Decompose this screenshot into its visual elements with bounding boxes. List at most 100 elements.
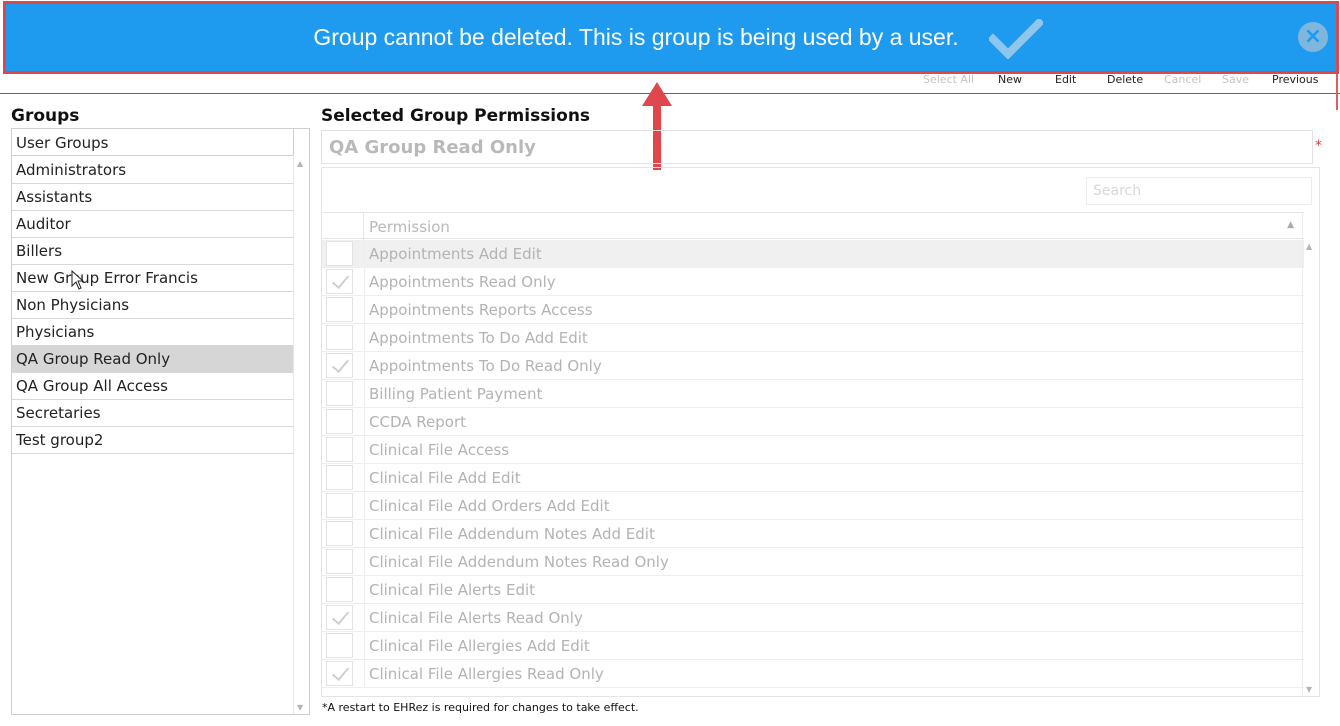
permission-checkbox[interactable] [326,325,353,350]
permission-checkbox[interactable] [326,409,353,434]
permission-row[interactable]: Clinical File Alerts Edit [322,576,1304,604]
column-divider [364,436,365,464]
column-divider [364,632,365,660]
notification-message: Group cannot be deleted. This is group i… [313,24,959,50]
permission-row[interactable]: Clinical File Allergies Read Only [322,660,1304,688]
permission-name: Appointments To Do Read Only [369,357,602,375]
column-divider [364,380,365,408]
groups-title: Groups [11,106,80,126]
permission-name: CCDA Report [369,413,466,431]
group-list-item[interactable]: Test group2 [12,427,294,454]
group-list-item[interactable]: New Group Error Francis [12,265,294,292]
permission-checkbox[interactable] [326,605,353,630]
save-button[interactable]: Save [1222,73,1249,86]
permission-name: Billing Patient Payment [369,385,543,403]
group-list-item[interactable]: Physicians [12,319,294,346]
groups-column-header: User Groups [12,129,294,156]
group-list-item[interactable]: Billers [12,238,294,265]
permission-checkbox[interactable] [326,381,353,406]
permission-name: Appointments To Do Add Edit [369,329,588,347]
permission-name: Clinical File Addendum Notes Read Only [369,553,669,571]
groups-list: Administrators Assistants Auditor Billers Ne… [12,157,294,454]
close-circle-icon[interactable]: × [1298,22,1328,52]
column-divider [364,604,365,632]
column-divider [364,548,365,576]
cancel-button[interactable]: Cancel [1164,73,1201,86]
permission-row[interactable]: Clinical File Addendum Notes Read Only [322,548,1304,576]
permission-row[interactable]: CCDA Report [322,408,1304,436]
scroll-up-icon[interactable]: ▲ [297,159,303,168]
group-list-item[interactable]: Administrators [12,157,294,184]
column-divider [364,240,365,268]
groups-scrollbar[interactable]: ▲ ▼ [293,157,309,714]
column-divider [364,464,365,492]
mouse-pointer-icon [71,270,85,290]
permission-checkbox[interactable] [326,353,353,378]
column-divider [364,520,365,548]
permissions-scrollbar[interactable]: ▲ ▼ [1302,212,1319,696]
permission-name: Clinical File Addendum Notes Add Edit [369,525,655,543]
column-divider [364,268,365,296]
permission-row[interactable]: Appointments Read Only [322,268,1304,296]
permission-row[interactable]: Appointments Reports Access [322,296,1304,324]
group-list-item[interactable]: Non Physicians [12,292,294,319]
required-indicator: * [1315,138,1322,154]
permission-name: Clinical File Alerts Edit [369,581,536,599]
permission-row[interactable]: Clinical File Allergies Add Edit [322,632,1304,660]
permission-checkbox[interactable] [326,521,353,546]
group-list-item[interactable]: Assistants [12,184,294,211]
permission-checkbox[interactable] [326,241,353,266]
permissions-grid: Permission ▲ Appointments Add EditAppoin… [321,167,1320,697]
group-name-field[interactable]: QA Group Read Only [321,130,1313,164]
permission-name: Clinical File Allergies Read Only [369,665,604,683]
permission-row[interactable]: Clinical File Access [322,436,1304,464]
group-list-item[interactable]: QA Group Read Only [12,346,294,373]
permissions-header: Permission ▲ [322,212,1304,240]
permission-checkbox[interactable] [326,577,353,602]
checkmark-icon [989,19,1043,59]
groups-list-panel: User Groups Administrators Assistants Audi… [11,128,310,715]
permission-column-header[interactable]: Permission [369,218,450,236]
permission-checkbox[interactable] [326,297,353,322]
edit-button[interactable]: Edit [1055,73,1076,86]
new-button[interactable]: New [998,73,1022,86]
side-edge-mark [1336,70,1340,110]
permission-name: Appointments Reports Access [369,301,593,319]
scroll-down-icon[interactable]: ▼ [1306,685,1312,694]
column-divider [364,576,365,604]
permission-checkbox[interactable] [326,661,353,686]
permission-row[interactable]: Clinical File Add Orders Add Edit [322,492,1304,520]
permission-name: Clinical File Access [369,441,510,459]
permissions-title: Selected Group Permissions [321,106,591,126]
permission-row[interactable]: Clinical File Addendum Notes Add Edit [322,520,1304,548]
group-list-item[interactable]: Secretaries [12,400,294,427]
permission-checkbox[interactable] [326,633,353,658]
permission-row[interactable]: Appointments To Do Read Only [322,352,1304,380]
permission-name: Appointments Add Edit [369,245,542,263]
permission-checkbox[interactable] [326,437,353,462]
restart-footnote: *A restart to EHRez is required for chan… [322,701,639,714]
permission-row[interactable]: Billing Patient Payment [322,380,1304,408]
permission-checkbox[interactable] [326,269,353,294]
permission-checkbox[interactable] [326,493,353,518]
permission-checkbox[interactable] [326,465,353,490]
group-list-item[interactable]: QA Group All Access [12,373,294,400]
search-input[interactable] [1086,177,1312,205]
group-list-item[interactable]: Auditor [12,211,294,238]
scroll-up-icon[interactable]: ▲ [1306,242,1312,251]
notification-banner: Group cannot be deleted. This is group i… [3,1,1339,74]
permission-checkbox[interactable] [326,549,353,574]
select-all-button[interactable]: Select All [923,73,974,86]
column-divider [364,324,365,352]
delete-button[interactable]: Delete [1107,73,1143,86]
permissions-rows: Appointments Add Edit Appointments Read O… [322,240,1304,696]
checkbox-column-header [322,213,364,240]
sort-ascending-icon[interactable]: ▲ [1287,220,1294,230]
scroll-down-icon[interactable]: ▼ [297,703,303,712]
previous-button[interactable]: Previous [1272,73,1319,86]
permission-row[interactable]: Appointments Add Edit [322,240,1304,268]
permission-name: Clinical File Add Orders Add Edit [369,497,610,515]
permission-row[interactable]: Clinical File Add Edit [322,464,1304,492]
permission-row[interactable]: Clinical File Alerts Read Only [322,604,1304,632]
permission-row[interactable]: Appointments To Do Add Edit [322,324,1304,352]
